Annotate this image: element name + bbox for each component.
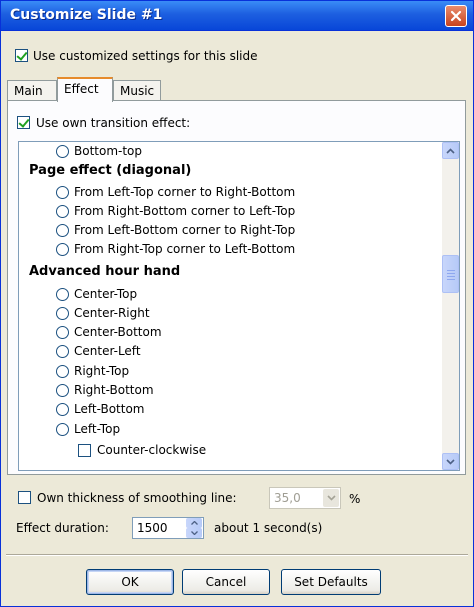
radio-button[interactable] bbox=[56, 423, 69, 436]
counter-clockwise-checkbox[interactable] bbox=[78, 444, 91, 457]
effect-duration-label: Effect duration: bbox=[16, 521, 109, 535]
tab-effect[interactable]: Effect bbox=[57, 77, 113, 102]
radio-button[interactable] bbox=[56, 145, 69, 158]
radio-button[interactable] bbox=[56, 288, 69, 301]
arrow-down-icon bbox=[190, 531, 198, 535]
cancel-button[interactable]: Cancel bbox=[182, 569, 270, 595]
scroll-down-button[interactable] bbox=[442, 453, 459, 470]
group-header: Page effect (diagonal) bbox=[29, 163, 192, 178]
spin-up-button[interactable] bbox=[186, 518, 202, 528]
close-button[interactable] bbox=[445, 5, 467, 27]
scroll-thumb[interactable] bbox=[442, 255, 459, 293]
effect-list-content: Bottom-top Page effect (diagonal) From L… bbox=[29, 144, 296, 457]
vertical-scrollbar[interactable] bbox=[442, 142, 459, 470]
tab-music[interactable]: Music bbox=[113, 80, 161, 101]
tab-main[interactable]: Main bbox=[7, 80, 57, 101]
radio-button[interactable] bbox=[56, 205, 69, 218]
use-own-transition-checkbox[interactable] bbox=[17, 116, 30, 129]
arrow-down-icon bbox=[446, 458, 455, 465]
radio-button[interactable] bbox=[56, 224, 69, 237]
effect-duration-spinner[interactable]: 1500 bbox=[132, 517, 204, 539]
radio-button[interactable] bbox=[56, 345, 69, 358]
radio-button[interactable] bbox=[56, 384, 69, 397]
use-customized-settings-label: Use customized settings for this slide bbox=[33, 49, 258, 63]
thickness-unit: % bbox=[349, 492, 361, 506]
group-header: Advanced hour hand bbox=[29, 264, 181, 279]
own-thickness-label: Own thickness of smoothing line: bbox=[37, 491, 237, 505]
arrow-up-icon bbox=[446, 147, 455, 154]
close-icon bbox=[450, 10, 462, 22]
title-bar[interactable]: Customize Slide #1 bbox=[1, 1, 473, 31]
chevron-down-icon bbox=[326, 495, 336, 501]
radio-button[interactable] bbox=[56, 326, 69, 339]
radio-button[interactable] bbox=[56, 403, 69, 416]
thickness-dropdown-button[interactable] bbox=[323, 489, 339, 507]
effect-list[interactable]: Bottom-top Page effect (diagonal) From L… bbox=[18, 141, 460, 471]
scroll-up-button[interactable] bbox=[442, 142, 459, 159]
use-own-transition-label: Use own transition effect: bbox=[36, 116, 191, 130]
radio-button[interactable] bbox=[56, 243, 69, 256]
divider bbox=[6, 554, 468, 556]
ok-button[interactable]: OK bbox=[86, 569, 174, 595]
duration-note: about 1 second(s) bbox=[214, 521, 323, 535]
set-defaults-button[interactable]: Set Defaults bbox=[281, 569, 381, 595]
arrow-up-icon bbox=[190, 521, 198, 525]
radio-button[interactable] bbox=[56, 186, 69, 199]
thickness-value: 35,0 bbox=[274, 491, 301, 505]
own-thickness-checkbox[interactable] bbox=[18, 491, 31, 504]
customize-slide-dialog: Customize Slide #1 Use customized settin… bbox=[0, 0, 474, 607]
effect-duration-value: 1500 bbox=[137, 521, 168, 535]
window-title: Customize Slide #1 bbox=[10, 7, 163, 23]
radio-button[interactable] bbox=[56, 307, 69, 320]
thickness-combobox[interactable]: 35,0 bbox=[269, 487, 341, 509]
use-customized-settings-checkbox[interactable] bbox=[15, 49, 28, 62]
spin-down-button[interactable] bbox=[186, 528, 202, 538]
radio-button[interactable] bbox=[56, 365, 69, 378]
